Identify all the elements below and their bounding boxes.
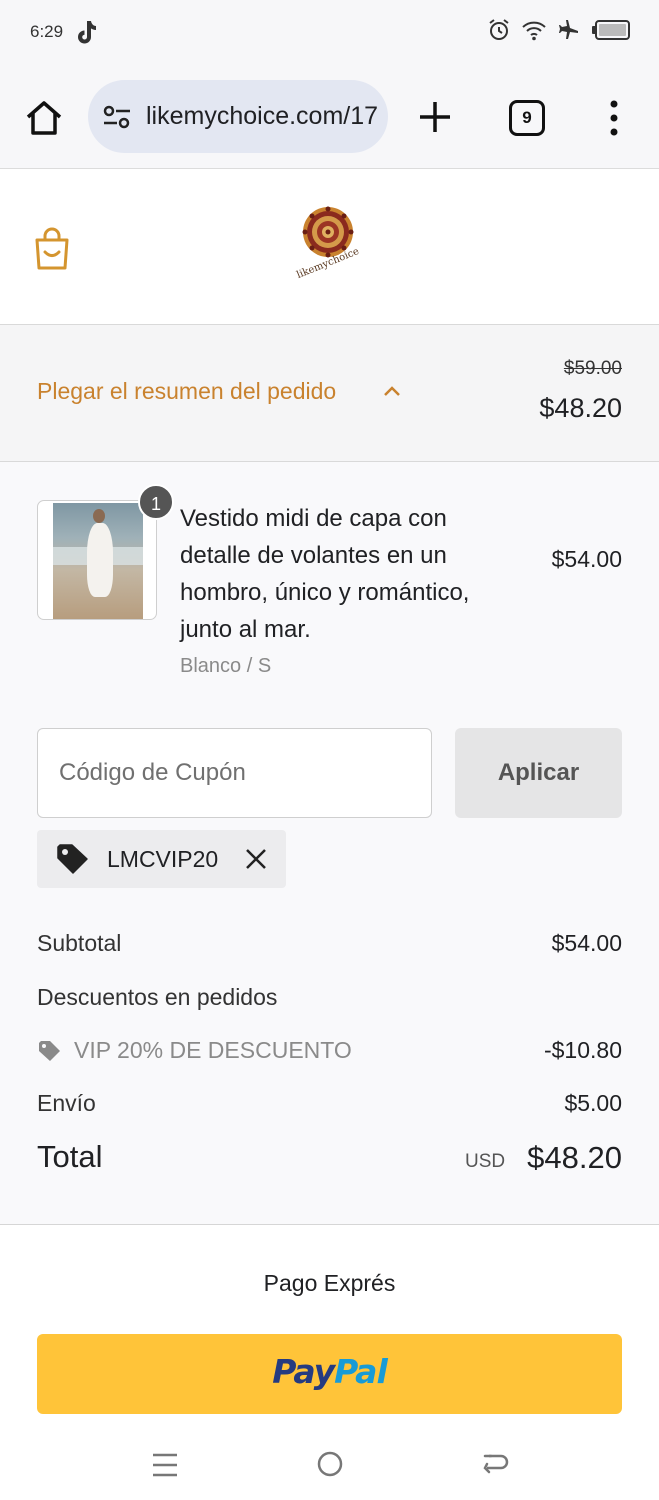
summary-total: $48.20	[539, 393, 622, 423]
tab-switcher-button[interactable]: 9	[509, 100, 545, 136]
subtotal-value: $54.00	[551, 930, 622, 956]
shopping-bag-icon[interactable]	[33, 226, 71, 270]
close-icon[interactable]	[245, 848, 267, 870]
home-nav-icon[interactable]	[316, 1450, 344, 1478]
order-summary: 1 Vestido midi de capa con detalle de vo…	[0, 462, 659, 1225]
product-image	[37, 500, 157, 620]
more-menu-icon[interactable]	[603, 98, 625, 138]
apply-coupon-button[interactable]: Aplicar	[455, 728, 622, 818]
product-title: Vestido midi de capa con detalle de vola…	[180, 505, 470, 643]
system-navigation-bar	[0, 1430, 659, 1500]
alarm-icon	[489, 19, 509, 40]
paypal-logo: PayPal	[272, 1352, 387, 1391]
recents-icon[interactable]	[151, 1452, 179, 1478]
wifi-icon	[522, 21, 546, 41]
chevron-up-icon[interactable]	[382, 383, 402, 399]
summary-toggle-label[interactable]: Plegar el resumen del pedido	[37, 378, 336, 405]
paypal-button[interactable]: PayPal	[37, 1334, 622, 1414]
status-icons	[487, 18, 631, 42]
applied-coupon-code: LMCVIP20	[107, 846, 219, 872]
quantity-badge: 1	[138, 484, 174, 520]
airplane-icon	[559, 20, 578, 39]
discount-amount: -$10.80	[543, 1037, 622, 1063]
shipping-label: Envío	[37, 1090, 96, 1116]
battery-icon	[592, 20, 630, 40]
express-checkout-title: Pago Exprés	[263, 1270, 396, 1296]
status-bar: 6:29	[0, 0, 659, 68]
discounts-label: Descuentos en pedidos	[37, 984, 278, 1010]
total-currency: USD	[465, 1151, 506, 1172]
shipping-value: $5.00	[564, 1090, 622, 1116]
total-value: $48.20	[527, 1140, 622, 1175]
status-time: 6:29	[30, 22, 64, 41]
browser-toolbar: likemychoice.com/17 9	[0, 68, 659, 169]
discount-tag-icon	[39, 1041, 60, 1061]
subtotal-label: Subtotal	[37, 930, 122, 956]
tag-icon	[57, 844, 88, 874]
product-price: $54.00	[551, 546, 622, 572]
store-logo[interactable]: likemychoice	[292, 206, 364, 286]
site-settings-icon[interactable]	[102, 104, 132, 130]
discount-name: VIP 20% DE DESCUENTO	[74, 1037, 352, 1063]
url-text[interactable]: likemychoice.com/17	[146, 102, 378, 131]
applied-coupon-chip: LMCVIP20	[37, 830, 286, 888]
product-photo	[53, 503, 143, 619]
total-label: Total	[37, 1139, 103, 1174]
coupon-code-input[interactable]	[37, 728, 432, 818]
product-variant: Blanco / S	[180, 655, 272, 677]
tiktok-icon	[78, 21, 96, 44]
back-icon[interactable]	[481, 1452, 509, 1478]
summary-original-price: $59.00	[563, 358, 622, 379]
home-icon[interactable]	[24, 98, 64, 138]
address-bar[interactable]: likemychoice.com/17	[88, 80, 388, 153]
order-summary-toggle[interactable]: Plegar el resumen del pedido $59.00 $48.…	[0, 325, 659, 462]
new-tab-icon[interactable]	[416, 98, 454, 136]
store-header: likemychoice	[0, 170, 659, 325]
